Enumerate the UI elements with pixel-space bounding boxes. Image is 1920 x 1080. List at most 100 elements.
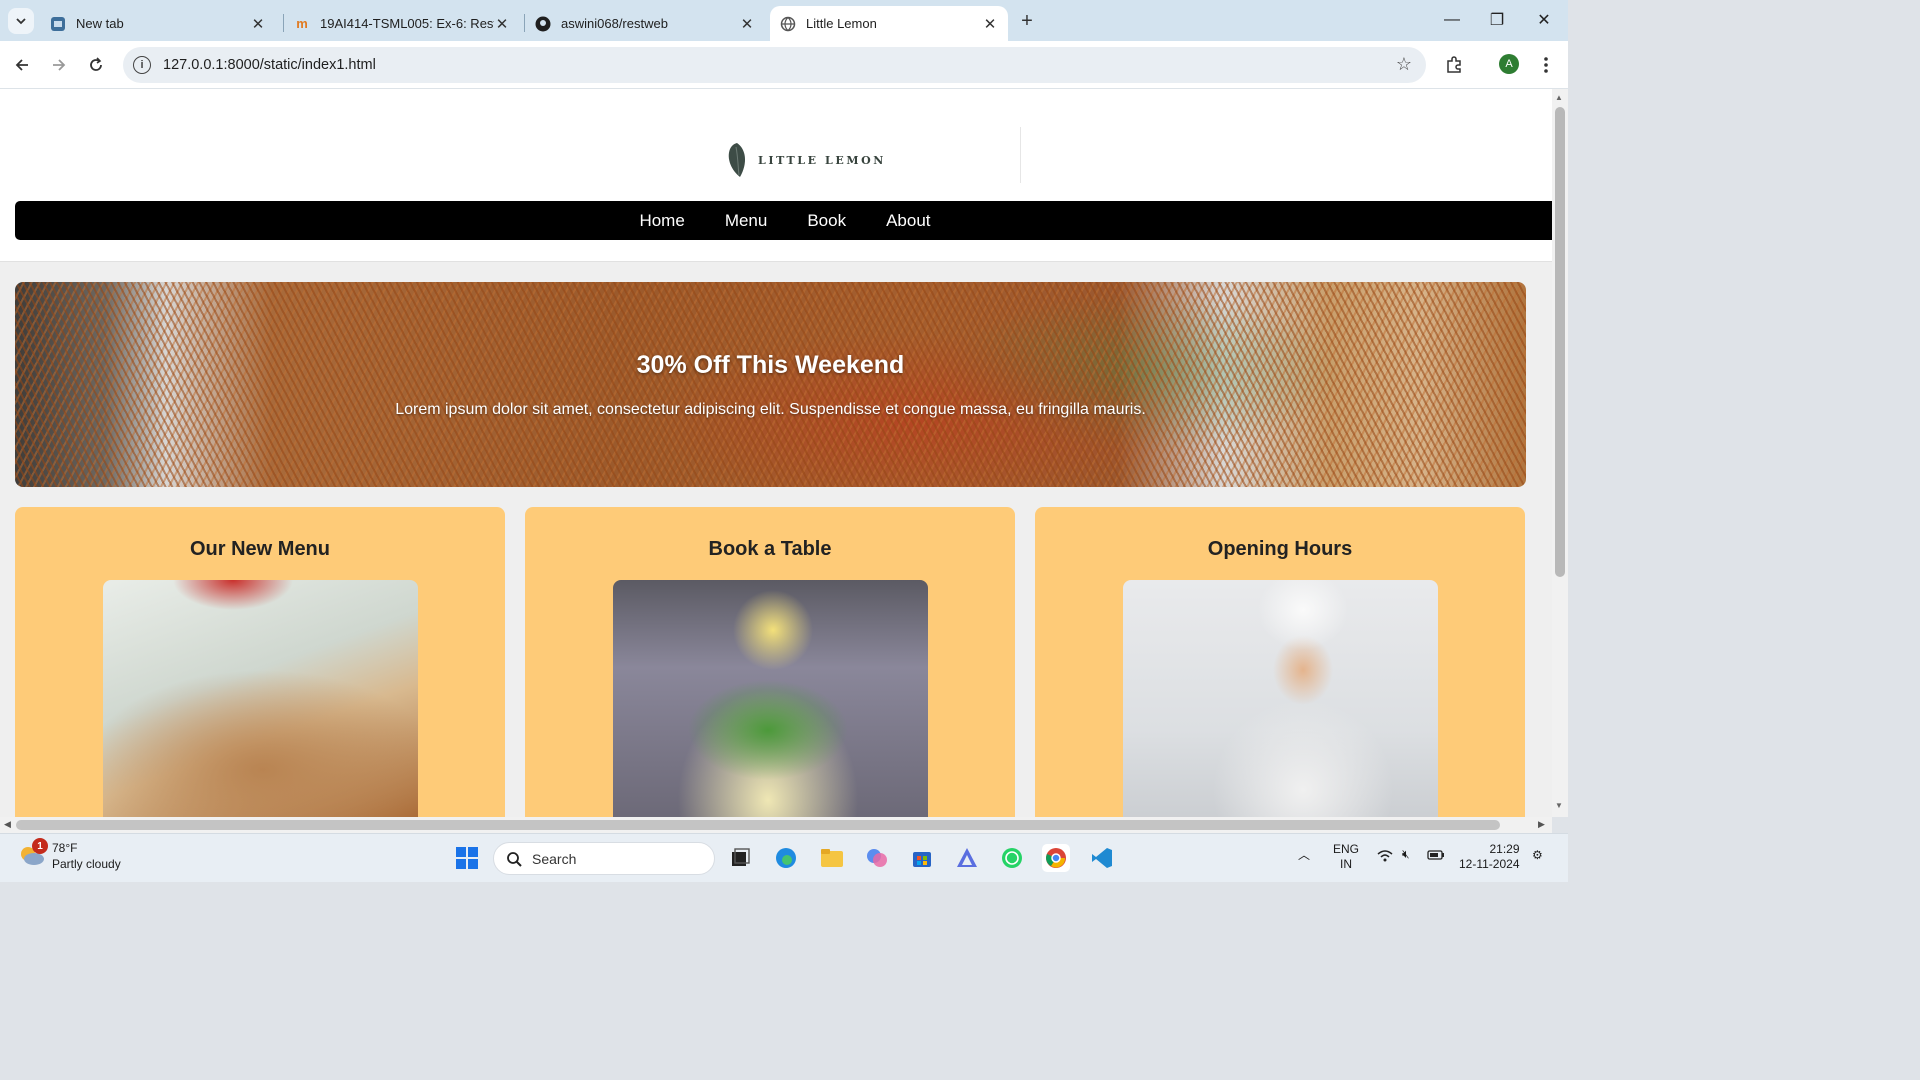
nav-menu[interactable]: Menu [725, 211, 768, 231]
volume-muted-icon[interactable]: 🔇︎ [1402, 847, 1410, 862]
close-icon[interactable]: ✕ [982, 16, 998, 33]
scroll-thumb[interactable] [1555, 107, 1565, 577]
new-tab-icon [50, 16, 66, 32]
site-header: LITTLE LEMON [0, 89, 1552, 201]
whatsapp-icon[interactable] [998, 844, 1026, 872]
task-view-icon[interactable] [726, 844, 754, 872]
nav-book[interactable]: Book [807, 211, 846, 231]
bookmark-star-icon[interactable]: ☆ [1396, 54, 1412, 75]
menu-button[interactable] [1534, 53, 1558, 77]
more-vertical-icon [1544, 57, 1548, 73]
lang-bottom: IN [1340, 857, 1352, 871]
github-icon [535, 16, 551, 32]
notifications-icon[interactable]: ⚙︎ [1532, 848, 1543, 863]
clock-time: 21:29 [1489, 842, 1520, 856]
tab-title: New tab [76, 16, 124, 31]
clock-date: 12-11-2024 [1459, 857, 1520, 871]
scroll-up-icon[interactable]: ▲ [1555, 93, 1563, 102]
notification-badge: 1 [32, 838, 48, 854]
profile-avatar[interactable]: A [1499, 54, 1519, 74]
card-title: Book a Table [708, 538, 832, 560]
tab-title: 19AI414-TSML005: Ex-6: Restau [320, 16, 494, 31]
weather-cloud-icon: 1 [18, 838, 48, 868]
tab-ex6[interactable]: m 19AI414-TSML005: Ex-6: Restau ✕ [284, 6, 520, 41]
header-divider [1020, 127, 1021, 183]
weather-temp: 78°F [52, 841, 78, 855]
tab-strip: New tab ✕ m 19AI414-TSML005: Ex-6: Resta… [0, 0, 1568, 41]
clock[interactable]: 21:29 12-11-2024 [1459, 842, 1520, 872]
arrow-right-icon [53, 59, 66, 71]
card-title: Our New Menu [189, 538, 330, 560]
card-book-table: Book a Table [525, 507, 1015, 817]
file-explorer-icon[interactable] [818, 844, 846, 872]
brand-name: LITTLE LEMON [758, 153, 886, 167]
globe-icon [780, 16, 796, 32]
language-indicator[interactable]: ENG IN [1333, 842, 1359, 872]
card-title: Opening Hours [1207, 538, 1353, 560]
battery-icon[interactable] [1427, 849, 1445, 865]
puzzle-icon [1447, 56, 1461, 73]
wrap-photo [103, 580, 418, 817]
search-icon [507, 851, 522, 867]
scroll-right-icon[interactable]: ▶ [1538, 819, 1545, 830]
site-logo[interactable]: LITTLE LEMON [726, 141, 886, 179]
tab-github[interactable]: aswini068/restweb ✕ [525, 6, 765, 41]
reload-button[interactable] [84, 53, 108, 77]
tab-little-lemon[interactable]: Little Lemon ✕ [770, 6, 1008, 41]
restore-button[interactable]: ❐ [1483, 8, 1511, 32]
tab-title: aswini068/restweb [561, 16, 668, 31]
tab-title: Little Lemon [806, 16, 877, 31]
minimize-button[interactable]: — [1438, 8, 1466, 32]
vertical-scrollbar[interactable]: ▲ ▼ [1552, 89, 1568, 817]
edge-icon[interactable] [772, 844, 800, 872]
hero-title: 30% Off This Weekend [636, 351, 905, 379]
app-icon[interactable] [953, 844, 981, 872]
weather-desc: Partly cloudy [52, 857, 121, 871]
start-button[interactable] [453, 844, 481, 872]
browser-toolbar: i 127.0.0.1:8000/static/index1.html ☆ A [0, 41, 1568, 89]
chef-photo [1123, 580, 1438, 817]
chevron-down-icon [16, 18, 26, 25]
hero-banner: 30% Off This Weekend Lorem ipsum dolor s… [15, 282, 1526, 487]
page-viewport: LITTLE LEMON Home Menu Book About 30% Of… [0, 89, 1552, 817]
taskbar-search[interactable]: Search [493, 842, 715, 875]
drink-photo [613, 580, 928, 817]
new-tab-button[interactable]: + [1016, 10, 1038, 32]
scroll-thumb[interactable] [16, 820, 1500, 830]
card-opening-hours: Opening Hours [1035, 507, 1525, 817]
moodle-icon: m [296, 16, 308, 31]
reload-icon [90, 57, 102, 71]
lemon-leaf-icon [728, 143, 746, 177]
copilot-icon[interactable] [863, 844, 891, 872]
card-new-menu: Our New Menu [15, 507, 505, 817]
arrow-left-icon [15, 59, 28, 71]
forward-button[interactable] [47, 53, 71, 77]
close-icon[interactable]: ✕ [250, 16, 266, 33]
scroll-down-icon[interactable]: ▼ [1555, 801, 1563, 810]
nav-about[interactable]: About [886, 211, 930, 231]
horizontal-scrollbar[interactable]: ◀ ▶ [0, 817, 1552, 833]
close-window-button[interactable]: ✕ [1530, 8, 1558, 32]
chevron-up-icon[interactable]: ︿ [1298, 848, 1310, 863]
tab-search-button[interactable] [8, 8, 34, 34]
close-icon[interactable]: ✕ [494, 16, 510, 33]
site-info-icon[interactable]: i [133, 56, 151, 74]
wifi-icon[interactable] [1377, 849, 1393, 867]
tab-new-tab[interactable]: New tab ✕ [40, 6, 276, 41]
address-bar[interactable]: i 127.0.0.1:8000/static/index1.html ☆ [123, 47, 1426, 83]
lang-top: ENG [1333, 842, 1360, 856]
windows-icon [456, 847, 478, 869]
chrome-icon[interactable] [1042, 844, 1070, 872]
hero-text: Lorem ipsum dolor sit amet, consectetur … [395, 401, 1146, 418]
weather-widget[interactable]: 1 78°F Partly cloudy [18, 838, 121, 872]
nav-home[interactable]: Home [639, 211, 684, 231]
store-icon[interactable] [908, 844, 936, 872]
back-button[interactable] [10, 53, 34, 77]
extensions-button[interactable] [1442, 53, 1466, 77]
scroll-left-icon[interactable]: ◀ [4, 819, 11, 830]
close-icon[interactable]: ✕ [739, 16, 755, 33]
url-text[interactable]: 127.0.0.1:8000/static/index1.html [163, 57, 376, 73]
search-placeholder: Search [532, 850, 577, 867]
vscode-icon[interactable] [1088, 844, 1116, 872]
taskbar: 1 78°F Partly cloudy Search ︿ ENG IN 🔇︎ … [0, 833, 1568, 882]
